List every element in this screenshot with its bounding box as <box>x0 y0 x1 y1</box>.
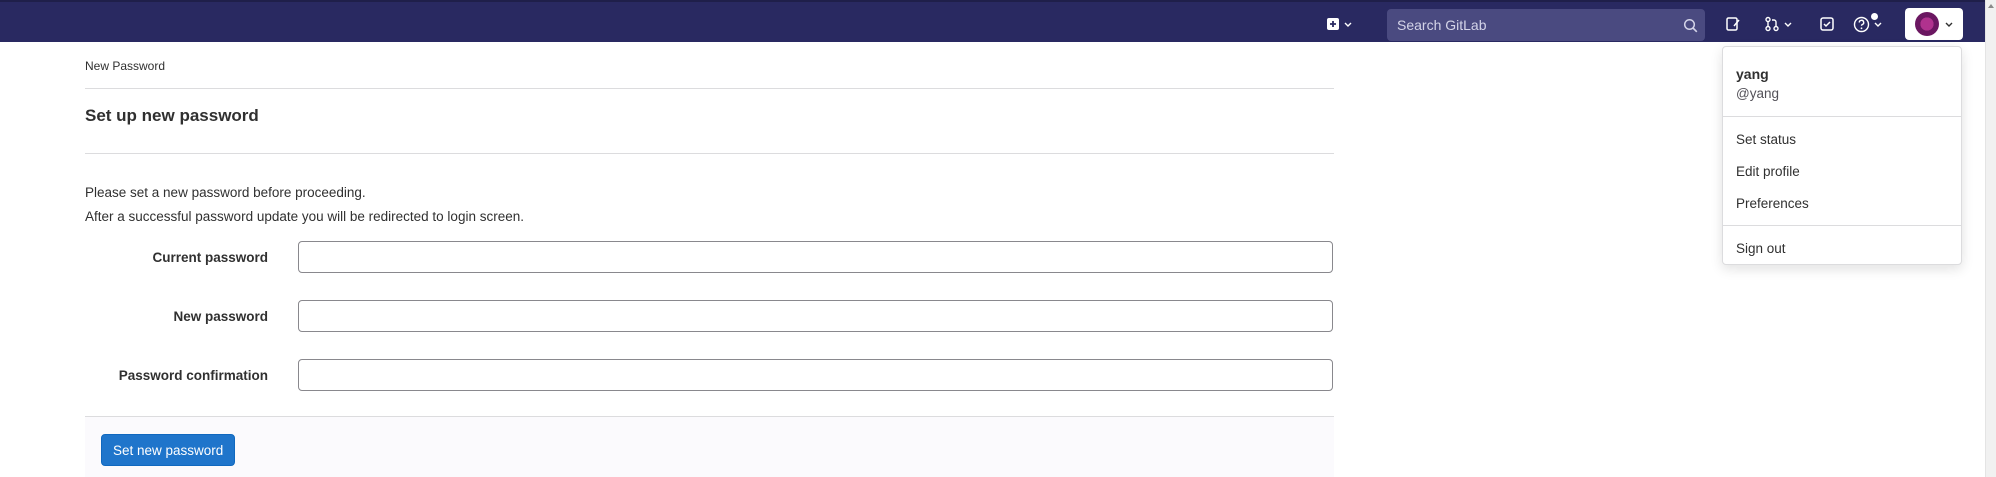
password-form: Current password New password Password c… <box>85 241 1334 391</box>
merge-request-icon <box>1765 16 1779 32</box>
help-icon <box>1853 16 1870 32</box>
password-confirmation-row: Password confirmation <box>85 359 1334 391</box>
intro-line-1: Please set a new password before proceed… <box>85 185 366 200</box>
main-content: New Password Set up new password Please … <box>85 42 1334 477</box>
menu-item-set-status[interactable]: Set status <box>1723 123 1961 155</box>
new-password-label: New password <box>173 308 268 324</box>
user-name: yang <box>1736 66 1769 82</box>
current-password-field[interactable] <box>298 241 1333 273</box>
issues-icon <box>1726 17 1740 31</box>
intro-line-2: After a successful password update you w… <box>85 209 524 224</box>
menu-item-sign-out[interactable]: Sign out <box>1723 232 1961 264</box>
current-password-row: Current password <box>85 241 1334 273</box>
todos-button[interactable] <box>1819 12 1835 36</box>
search-icon[interactable] <box>1675 18 1705 33</box>
menu-item-preferences[interactable]: Preferences <box>1723 187 1961 219</box>
dropdown-menu-group: Set status Edit profile Preferences <box>1723 117 1961 225</box>
plus-square-icon <box>1327 18 1339 30</box>
form-actions: Set new password <box>85 416 1334 477</box>
intro-text: Please set a new password before proceed… <box>85 154 1334 229</box>
issues-button[interactable] <box>1725 12 1741 36</box>
user-dropdown: yang @yang Set status Edit profile Prefe… <box>1722 46 1962 265</box>
breadcrumb: New Password <box>85 42 1334 89</box>
page-title: Set up new password <box>85 89 1334 154</box>
breadcrumb-item[interactable]: New Password <box>85 59 165 73</box>
avatar <box>1915 12 1939 36</box>
vertical-scrollbar[interactable] <box>1985 0 1996 477</box>
scroll-up-arrow-icon[interactable] <box>1988 4 1994 8</box>
chevron-down-icon <box>1945 22 1953 27</box>
search-input[interactable] <box>1387 9 1675 41</box>
password-confirmation-field[interactable] <box>298 359 1333 391</box>
new-password-field[interactable] <box>298 300 1333 332</box>
current-password-label: Current password <box>152 249 268 265</box>
chevron-down-icon <box>1874 22 1882 27</box>
dropdown-user-info[interactable]: yang @yang <box>1723 47 1961 117</box>
chevron-down-icon <box>1784 22 1792 27</box>
create-new-button[interactable] <box>1326 12 1352 36</box>
password-confirmation-label: Password confirmation <box>118 367 268 383</box>
page: New Password Set up new password Please … <box>0 0 1996 477</box>
dropdown-sign-out-group: Sign out <box>1723 225 1961 270</box>
set-new-password-button[interactable]: Set new password <box>101 434 236 466</box>
merge-requests-button[interactable] <box>1764 12 1792 36</box>
search-box[interactable] <box>1387 9 1705 41</box>
new-password-row: New password <box>85 300 1334 332</box>
chevron-down-icon <box>1344 22 1352 27</box>
user-menu-button[interactable] <box>1905 8 1963 40</box>
user-handle: @yang <box>1736 86 1779 101</box>
menu-item-edit-profile[interactable]: Edit profile <box>1723 155 1961 187</box>
todo-icon <box>1820 17 1834 31</box>
notification-dot <box>1871 13 1878 20</box>
top-navbar <box>0 0 1985 42</box>
